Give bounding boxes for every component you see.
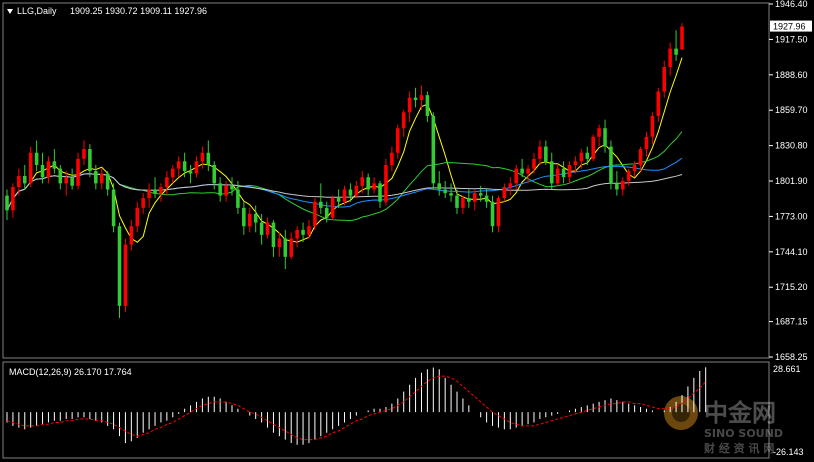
price-axis: 1946.40 1917.50 1888.60 1859.70 1830.80 1801.… xyxy=(769,0,808,362)
candle xyxy=(313,198,317,230)
candle xyxy=(680,23,684,50)
price-tick-label: 1773.00 xyxy=(775,211,808,221)
price-tick-label: 1946.40 xyxy=(775,0,808,9)
price-tick-label: 1744.10 xyxy=(775,247,808,257)
chart-window[interactable]: 中金网 SINO SOUND 财 经 资 讯 网 1946.401917.501… xyxy=(0,0,814,462)
current-price-label: 1927.96 xyxy=(773,22,806,32)
price-tick-label: 1658.25 xyxy=(775,352,808,362)
price-tick-label: 1830.80 xyxy=(775,141,808,151)
candle xyxy=(111,183,116,233)
candle xyxy=(384,158,388,206)
price-tick-label: 1715.20 xyxy=(775,282,808,292)
candle xyxy=(330,195,335,221)
candle xyxy=(431,112,436,190)
svg-text:中金网: 中金网 xyxy=(704,399,776,427)
candle xyxy=(117,222,122,319)
candle xyxy=(591,134,595,162)
price-tick-label: 1687.15 xyxy=(775,317,808,327)
svg-text:财 经 资 讯 网: 财 经 资 讯 网 xyxy=(703,441,774,455)
price-tick-label: 1917.50 xyxy=(775,34,808,44)
price-tick-label: 1859.70 xyxy=(775,105,808,115)
macd-axis-top: 28.661 xyxy=(773,364,801,374)
candle xyxy=(123,238,128,312)
sino-sound-logo-icon-inner xyxy=(672,404,690,422)
current-price-marker: 1927.96 xyxy=(770,20,812,32)
candle xyxy=(609,140,613,190)
svg-text:SINO SOUND: SINO SOUND xyxy=(704,427,783,440)
symbol-label: LLG,Daily xyxy=(17,6,57,16)
price-tick-label: 1801.90 xyxy=(775,176,808,186)
ohlc-readout: 1909.25 1930.72 1909.11 1927.96 xyxy=(70,6,207,16)
price-tick-label: 1888.60 xyxy=(775,70,808,80)
macd-header: MACD(12,26,9) 26.170 17.764 xyxy=(9,367,132,377)
macd-axis-bottom: -26.143 xyxy=(773,447,804,457)
